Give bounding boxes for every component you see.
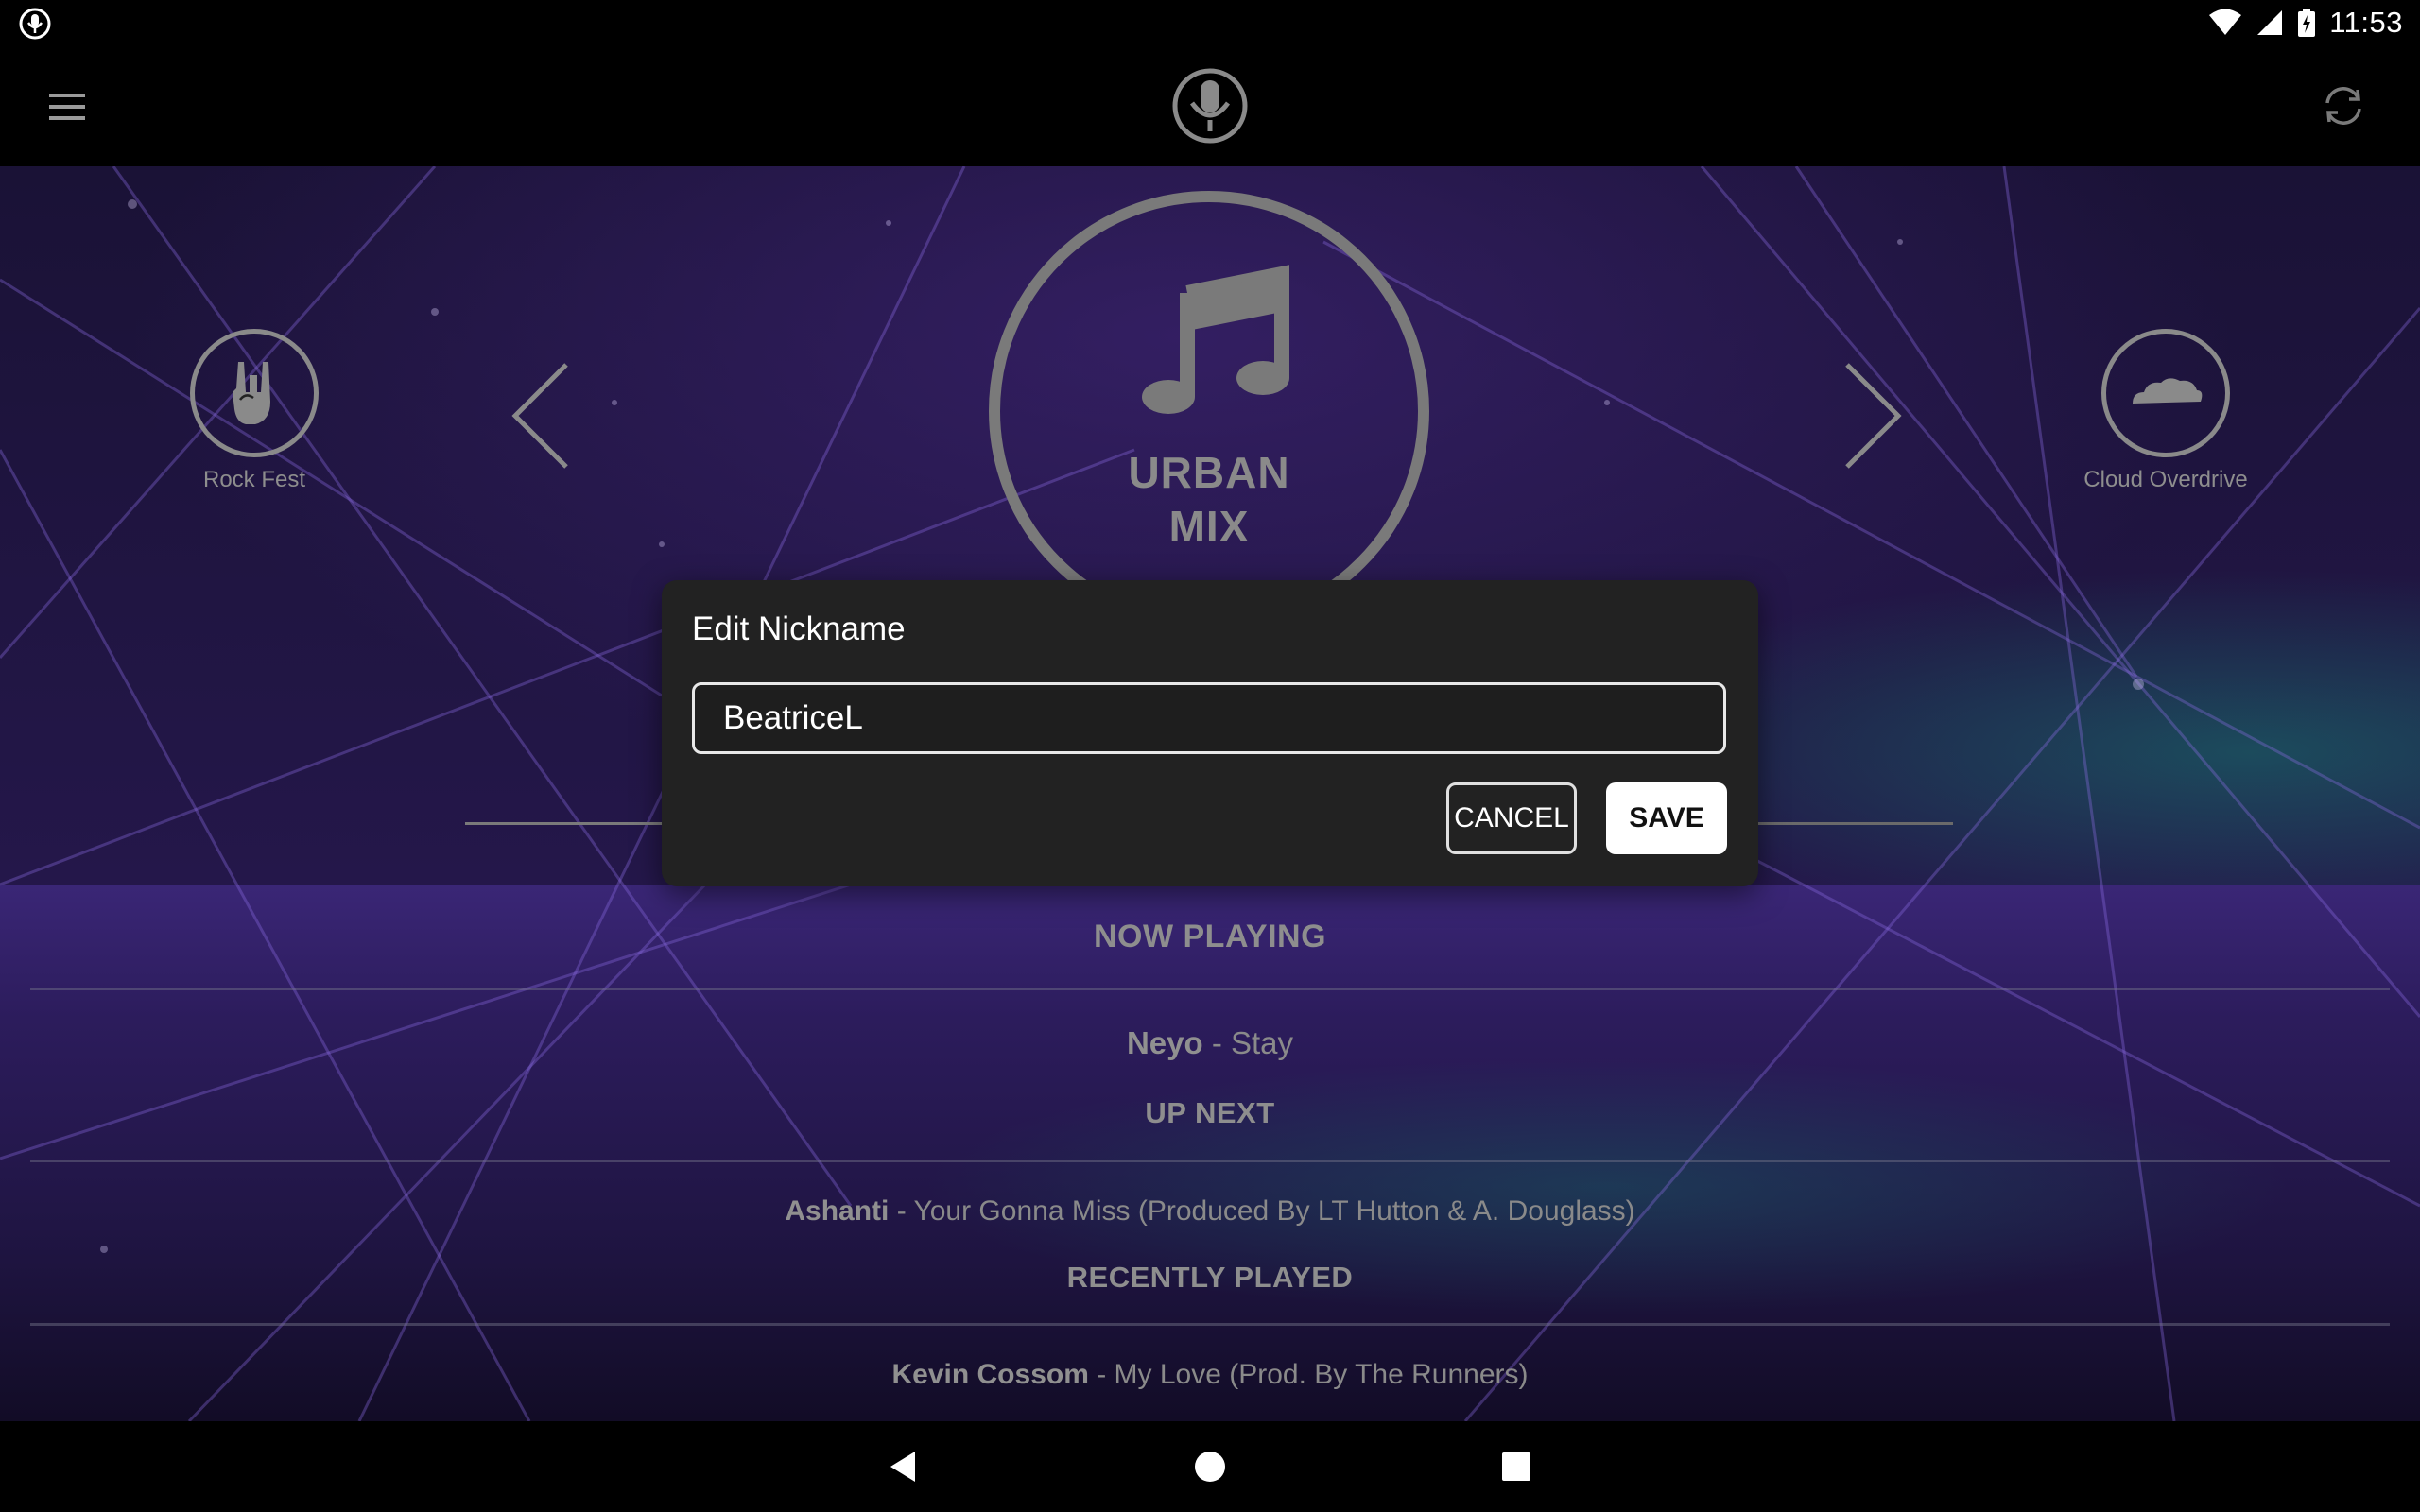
mic-status-icon [19,8,51,40]
recently-played-artist: Kevin Cossom [891,1359,1089,1390]
next-station-arrow-icon[interactable] [1841,359,1908,472]
current-station-title-line1: URBAN [1128,448,1290,497]
back-nav-icon[interactable] [885,1448,923,1486]
cancel-button[interactable]: CANCEL [1446,782,1577,854]
up-next-divider [30,1160,2390,1162]
cloud-icon [2133,378,2203,404]
up-next-separator: - [889,1195,914,1227]
station-rock-fest-label: Rock Fest [202,467,306,492]
station-cloud-overdrive-circle [2101,329,2230,457]
microphone-logo-icon [1172,68,1248,144]
up-next-track[interactable]: Ashanti - Your Gonna Miss (Produced By L… [0,1195,2420,1228]
current-station-title: URBAN MIX [1000,446,1418,554]
now-playing-divider [30,988,2390,990]
app-bar [0,46,2420,166]
up-next-heading: UP NEXT [1145,1096,1275,1129]
now-playing-title: Stay [1230,1025,1294,1060]
save-button[interactable]: SAVE [1606,782,1727,854]
progress-divider-right [1751,822,1953,825]
current-station-title-line2: MIX [1168,502,1250,551]
recents-nav-icon[interactable] [1497,1448,1535,1486]
hamburger-menu-icon[interactable] [47,90,87,124]
track-list-background [0,885,2420,1421]
clock: 11:53 [2329,6,2403,39]
now-playing-heading: NOW PLAYING [1093,919,1327,954]
now-playing-artist: Neyo [1126,1025,1203,1060]
nickname-input[interactable] [692,682,1726,754]
recently-played-separator: - [1088,1359,1115,1390]
status-icons: 11:53 [2208,6,2403,40]
progress-divider-left [465,822,664,825]
now-playing-track: Neyo - Stay [0,1025,2420,1061]
home-nav-icon[interactable] [1191,1448,1229,1486]
recently-played-heading: RECENTLY PLAYED [1066,1261,1354,1294]
now-playing-separator: - [1202,1025,1231,1060]
up-next-title: Your Gonna Miss (Produced By LT Hutton &… [913,1195,1635,1227]
station-rock-fest[interactable]: Rock Fest [166,329,342,493]
edit-nickname-dialog: Edit Nickname CANCEL SAVE [662,580,1758,886]
battery-icon [2298,9,2316,37]
station-cloud-overdrive-label: Cloud Overdrive [2083,467,2248,492]
previous-station-arrow-icon[interactable] [506,359,572,472]
recently-played-title: My Love (Prod. By The Runners) [1114,1359,1529,1390]
refresh-icon[interactable] [2320,82,2367,129]
station-rock-fest-circle [190,329,319,457]
up-next-artist: Ashanti [785,1195,890,1227]
status-bar: 11:53 [0,0,2420,46]
signal-icon [2257,10,2283,35]
dialog-title: Edit Nickname [692,610,906,647]
recently-played-divider [30,1323,2390,1326]
recently-played-track[interactable]: Kevin Cossom - My Love (Prod. By The Run… [0,1359,2420,1391]
station-cloud-overdrive[interactable]: Cloud Overdrive [2076,329,2256,493]
music-note-icon [1142,265,1289,414]
wifi-icon [2209,9,2242,35]
system-nav-bar [0,1421,2420,1512]
current-station[interactable]: URBAN MIX [989,191,1429,631]
rock-hand-icon [233,362,270,424]
app-screen: 11:53 Rock Fest URBAN MIX Cloud Overdriv… [0,0,2420,1512]
